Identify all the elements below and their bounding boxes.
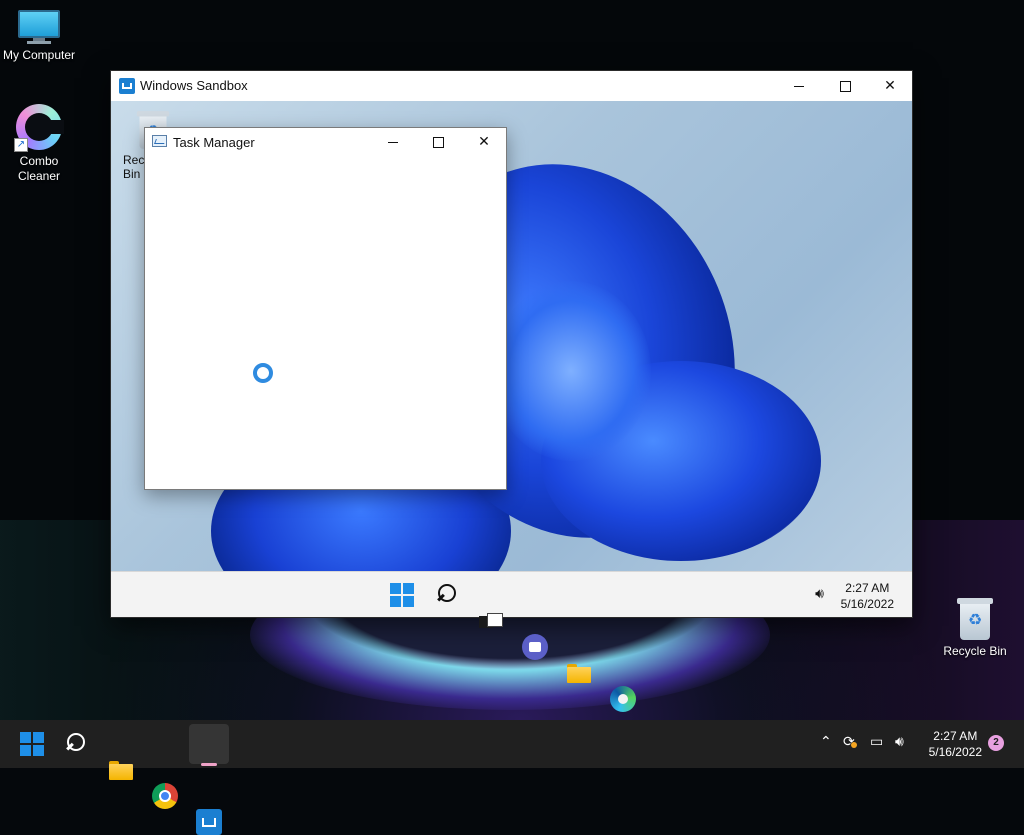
sandbox-titlebar[interactable]: Windows Sandbox ✕ bbox=[111, 71, 912, 101]
network-icon[interactable]: ▭ bbox=[870, 734, 883, 750]
task-view-icon[interactable] bbox=[477, 608, 503, 634]
maximize-button[interactable] bbox=[822, 71, 868, 101]
teams-chat-icon[interactable] bbox=[522, 634, 548, 660]
edge-icon[interactable] bbox=[610, 686, 636, 712]
close-button[interactable]: ✕ bbox=[867, 71, 913, 101]
search-icon[interactable] bbox=[435, 582, 461, 608]
window-title: Windows Sandbox bbox=[140, 78, 248, 93]
task-manager-window[interactable]: Task Manager ✕ bbox=[144, 127, 507, 490]
host-clock[interactable]: 2:27 AM 5/16/2022 bbox=[929, 728, 982, 760]
file-explorer-icon[interactable] bbox=[108, 757, 134, 783]
loading-spinner-icon bbox=[253, 363, 273, 383]
chrome-icon[interactable] bbox=[152, 783, 178, 809]
desktop-icon-my-computer[interactable]: My Computer bbox=[0, 10, 81, 63]
volume-icon[interactable]: 🔊︎ bbox=[895, 734, 904, 750]
search-icon[interactable] bbox=[64, 731, 90, 757]
close-button[interactable]: ✕ bbox=[461, 128, 507, 156]
sandbox-clock[interactable]: 2:27 AM 5/16/2022 bbox=[841, 580, 894, 612]
desktop-icon-label: My Computer bbox=[2, 48, 76, 62]
maximize-icon bbox=[432, 136, 444, 148]
shortcut-arrow-icon: ↗ bbox=[14, 138, 28, 152]
clock-time: 2:27 AM bbox=[845, 581, 890, 595]
host-taskbar: ⌃ ⟳ ▭ 🔊︎ 2:27 AM 5/16/2022 2 bbox=[0, 720, 1024, 835]
minimize-icon bbox=[794, 85, 804, 87]
start-icon[interactable] bbox=[390, 583, 414, 607]
monitor-icon bbox=[18, 10, 60, 44]
desktop-icon-combo-cleaner[interactable]: ↗ Combo Cleaner bbox=[0, 104, 81, 184]
desktop-icon-recycle-bin[interactable]: ♻ Recycle Bin bbox=[933, 598, 1017, 659]
windows-sandbox-icon bbox=[119, 78, 135, 94]
clock-date: 5/16/2022 bbox=[840, 597, 894, 611]
start-icon[interactable] bbox=[20, 732, 44, 756]
minimize-icon bbox=[388, 141, 398, 143]
task-manager-titlebar[interactable]: Task Manager ✕ bbox=[145, 128, 506, 156]
window-title: Task Manager bbox=[173, 135, 255, 150]
chevron-up-icon[interactable]: ⌃ bbox=[820, 734, 832, 750]
file-explorer-icon[interactable] bbox=[566, 660, 592, 686]
sync-icon[interactable]: ⟳ bbox=[843, 734, 857, 750]
recycle-bin-icon: ♻ bbox=[957, 598, 993, 640]
combo-cleaner-icon: ↗ bbox=[14, 104, 64, 152]
clock-date: 5/16/2022 bbox=[928, 745, 982, 759]
windows-sandbox-icon[interactable] bbox=[196, 809, 222, 835]
close-icon: ✕ bbox=[884, 78, 896, 94]
volume-icon[interactable]: 🔊︎ bbox=[815, 586, 824, 602]
wallpaper-bloom-highlight bbox=[491, 281, 651, 461]
active-app-indicator bbox=[201, 763, 217, 766]
task-manager-icon bbox=[152, 135, 167, 147]
clock-time: 2:27 AM bbox=[933, 729, 978, 743]
sandbox-taskbar: 🔊︎ 2:27 AM 5/16/2022 bbox=[111, 571, 912, 712]
minimize-button[interactable] bbox=[776, 71, 822, 101]
desktop-icon-label: Recycle Bin bbox=[943, 644, 1007, 658]
minimize-button[interactable] bbox=[370, 128, 416, 156]
close-icon: ✕ bbox=[478, 134, 490, 150]
maximize-button[interactable] bbox=[415, 128, 461, 156]
notification-badge[interactable]: 2 bbox=[988, 735, 1004, 751]
maximize-icon bbox=[839, 80, 851, 92]
active-app-highlight bbox=[189, 724, 229, 764]
desktop-icon-label: Combo Cleaner bbox=[17, 154, 61, 183]
